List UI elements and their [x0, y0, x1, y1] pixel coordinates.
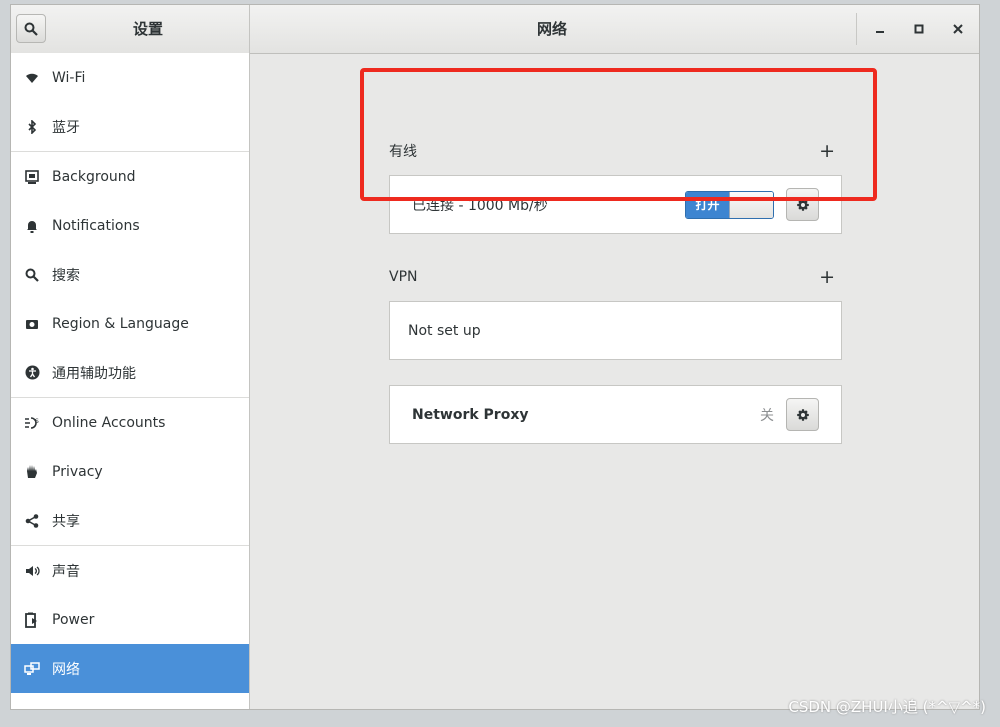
highlight-annotation-box — [360, 68, 877, 201]
power-icon — [24, 612, 40, 628]
sidebar-item-label: 蓝牙 — [52, 119, 80, 136]
add-vpn-button[interactable]: + — [819, 267, 841, 287]
vpn-status: Not set up — [408, 322, 481, 339]
minimize-icon — [876, 31, 884, 33]
maximize-icon — [914, 24, 924, 34]
header-separator — [856, 13, 857, 45]
vpn-row: Not set up — [389, 301, 842, 360]
proxy-state: 关 — [760, 407, 774, 424]
accessibility-icon — [24, 365, 40, 381]
sidebar-item-label: 网络 — [52, 661, 80, 678]
search-icon — [24, 22, 38, 36]
sidebar-item-sharing[interactable]: 共享 — [11, 496, 249, 545]
hand-icon — [24, 464, 40, 480]
svg-text:S: S — [35, 418, 39, 425]
sidebar-item-background[interactable]: Background — [11, 152, 249, 201]
close-icon — [953, 24, 963, 34]
vpn-section-header: VPN + — [389, 265, 841, 289]
proxy-settings-button[interactable] — [786, 398, 819, 431]
search-icon — [24, 267, 40, 283]
gear-icon — [796, 408, 809, 421]
sidebar-item-label: 搜索 — [52, 267, 80, 284]
bluetooth-icon — [24, 119, 40, 135]
sidebar-item-notifications[interactable]: Notifications — [11, 201, 249, 250]
sidebar: Wi-Fi 蓝牙 Background Notifications 搜索 Reg… — [11, 53, 250, 709]
sidebar-item-label: Notifications — [52, 217, 140, 234]
speaker-icon — [24, 563, 40, 579]
minimize-button[interactable] — [868, 17, 892, 41]
online-accounts-icon: S — [24, 415, 40, 431]
bell-icon — [24, 218, 40, 234]
header-bar: 设置 网络 — [11, 5, 979, 54]
header-left: 设置 — [11, 5, 250, 53]
sidebar-item-search[interactable]: 搜索 — [11, 250, 249, 299]
sidebar-item-accessibility[interactable]: 通用辅助功能 — [11, 348, 249, 397]
sidebar-item-sound[interactable]: 声音 — [11, 546, 249, 595]
settings-title: 设置 — [132, 20, 163, 38]
watermark: CSDN @ZHUI小追 (*^▽^*) — [788, 698, 986, 716]
sidebar-item-wifi[interactable]: Wi-Fi — [11, 53, 249, 102]
maximize-button[interactable] — [907, 17, 931, 41]
camera-icon — [24, 316, 40, 332]
network-icon — [24, 661, 40, 677]
sidebar-item-label: 共享 — [52, 513, 80, 530]
sidebar-item-label: Online Accounts — [52, 414, 166, 431]
search-button[interactable] — [16, 14, 46, 43]
panel-title: 网络 — [536, 20, 567, 38]
sidebar-item-label: 通用辅助功能 — [52, 365, 136, 382]
share-icon — [24, 513, 40, 529]
sidebar-item-power[interactable]: Power — [11, 595, 249, 644]
sidebar-item-network[interactable]: 网络 — [11, 644, 249, 693]
wifi-icon — [24, 70, 40, 86]
sidebar-item-bluetooth[interactable]: 蓝牙 — [11, 102, 249, 151]
network-proxy-label: Network Proxy — [412, 406, 529, 423]
sidebar-item-privacy[interactable]: Privacy — [11, 447, 249, 496]
sidebar-item-online-accounts[interactable]: S Online Accounts — [11, 398, 249, 447]
sidebar-item-label: Region & Language — [52, 315, 189, 332]
sidebar-item-label: Power — [52, 611, 95, 628]
sidebar-item-label: Background — [52, 168, 136, 185]
background-icon — [24, 169, 40, 185]
network-proxy-row[interactable]: Network Proxy 关 — [389, 385, 842, 444]
sidebar-item-region-language[interactable]: Region & Language — [11, 299, 249, 348]
sidebar-item-label: Wi-Fi — [52, 69, 86, 86]
vpn-heading: VPN — [389, 269, 418, 285]
close-button[interactable] — [946, 17, 970, 41]
sidebar-item-label: 声音 — [52, 563, 80, 580]
sidebar-item-label: Privacy — [52, 463, 103, 480]
